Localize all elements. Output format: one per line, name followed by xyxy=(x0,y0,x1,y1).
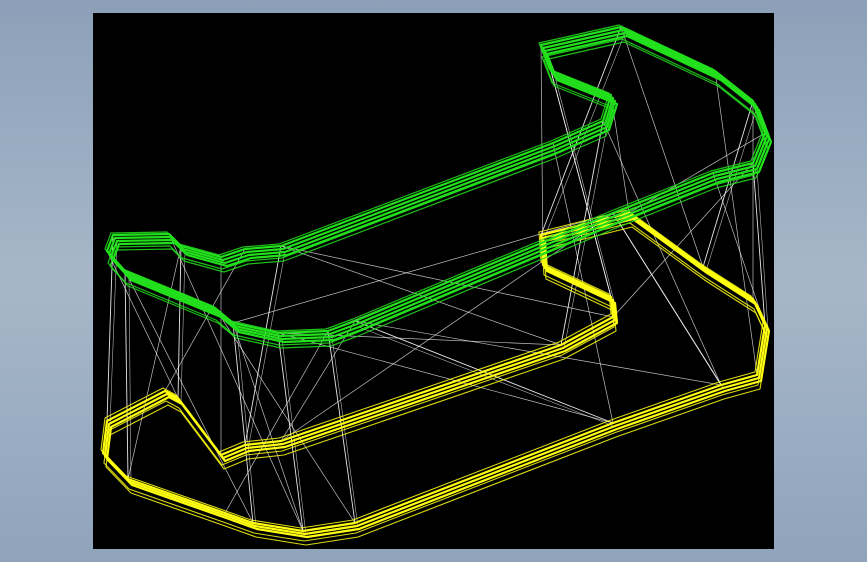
mesh-edge xyxy=(164,248,246,392)
profile-edge xyxy=(105,25,767,335)
profile-edge xyxy=(107,28,769,338)
mesh-edge xyxy=(177,245,182,399)
wireframe-model xyxy=(100,24,773,546)
mesh-edge xyxy=(128,276,132,484)
mesh-edge xyxy=(247,251,286,450)
mesh-edge xyxy=(756,168,769,330)
mesh-edge xyxy=(224,330,329,514)
mesh-edge xyxy=(232,212,614,324)
cad-viewport[interactable] xyxy=(93,13,774,549)
mesh-edge xyxy=(277,332,304,532)
mesh-edge xyxy=(180,251,186,403)
mesh-lines xyxy=(106,26,769,536)
profile-edge xyxy=(103,222,767,542)
mesh-edge xyxy=(702,100,754,268)
mesh-edge xyxy=(124,270,129,480)
mesh-edge xyxy=(602,120,722,386)
top-profile-outline xyxy=(104,24,773,349)
mesh-edge xyxy=(168,233,304,532)
bottom-profile-outline xyxy=(100,209,771,546)
profile-edge xyxy=(105,226,769,546)
profile-edge xyxy=(104,24,764,332)
mesh-edge xyxy=(714,70,758,376)
